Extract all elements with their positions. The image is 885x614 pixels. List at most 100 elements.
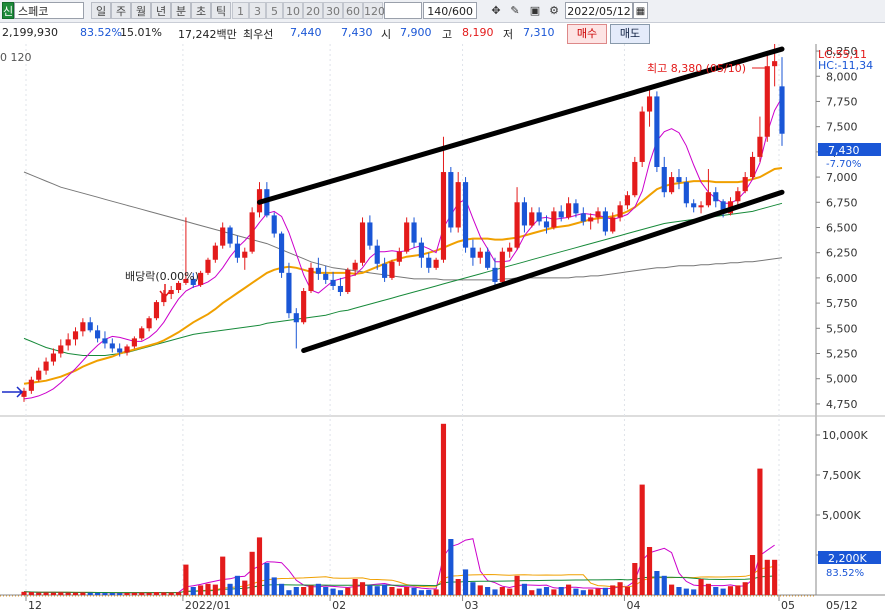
period-second-button[interactable]: 초 xyxy=(191,2,211,19)
calendar-icon[interactable]: ▦ xyxy=(633,2,648,19)
volume-bar xyxy=(286,590,292,595)
interval-button[interactable]: 60 xyxy=(343,2,363,19)
volume-bar xyxy=(573,588,579,595)
volume-bar xyxy=(632,563,638,595)
interval-button[interactable]: 1 xyxy=(232,2,249,19)
volume-bar xyxy=(698,579,704,595)
interval-custom-input[interactable] xyxy=(384,2,422,19)
stock-chart[interactable]: 8,2508,0007,7507,5007,2507,0006,7506,500… xyxy=(0,44,885,614)
price-tick-label: 4,750 xyxy=(826,398,858,411)
candle-body xyxy=(646,96,653,112)
volume-bar xyxy=(617,582,623,595)
candle-body xyxy=(212,245,218,260)
volume-bar xyxy=(153,592,160,595)
candle-body xyxy=(588,217,594,222)
interval-button[interactable]: 10 xyxy=(283,2,303,19)
candle-body xyxy=(220,227,226,246)
price-info-bar: 2,199,930 83.52% 15.01% 17,242백만 최우선 7,4… xyxy=(0,23,885,45)
volume-bar xyxy=(485,587,491,595)
volume-bar xyxy=(448,539,454,595)
candle-body xyxy=(58,345,64,354)
period-day-button[interactable]: 일 xyxy=(91,2,111,19)
best-bid-price: 7,430 xyxy=(341,26,373,39)
date-label: 05 xyxy=(781,599,795,612)
candle-body xyxy=(411,222,417,243)
candle-body xyxy=(337,285,344,293)
period-week-button[interactable]: 주 xyxy=(111,2,131,19)
volume-bar xyxy=(102,593,108,595)
candle-body xyxy=(477,251,483,258)
interval-button[interactable]: 3 xyxy=(249,2,266,19)
candle-body xyxy=(131,338,137,347)
volume-bar xyxy=(337,590,344,595)
volume-tick-label: 5,000K xyxy=(822,509,861,522)
candle-body xyxy=(95,330,101,339)
chart-toolbar: 신 스페코 일 주 월 년 분 초 틱 1 3 5 10 20 30 60 12… xyxy=(0,0,885,23)
stock-name-field[interactable]: 스페코 xyxy=(14,2,84,19)
interval-button[interactable]: 30 xyxy=(323,2,343,19)
volume-bar xyxy=(440,423,447,595)
crosshair-icon[interactable]: ✥ xyxy=(487,2,505,19)
volume-bar xyxy=(109,593,115,595)
candle-body xyxy=(595,211,601,218)
volume-bar xyxy=(720,588,726,595)
volume-bar xyxy=(36,592,42,595)
volume-bar xyxy=(21,591,27,595)
candle-body xyxy=(521,202,528,226)
candle-body xyxy=(330,279,336,286)
candle-body xyxy=(749,156,756,178)
volume-bar xyxy=(602,587,608,595)
date-label: 03 xyxy=(465,599,479,612)
volume-bar xyxy=(669,584,675,595)
candle-body xyxy=(617,205,623,218)
count-field[interactable]: 140/600 xyxy=(423,2,477,19)
period-year-button[interactable]: 년 xyxy=(151,2,171,19)
candle-body xyxy=(28,379,34,391)
candle-body xyxy=(470,247,476,258)
volume-bar xyxy=(683,588,689,595)
price-tick-label: 5,000 xyxy=(826,373,858,386)
candle-body xyxy=(683,182,689,204)
sell-button[interactable]: 매도 xyxy=(610,24,650,44)
candle-body xyxy=(602,211,608,232)
volume-bar xyxy=(315,583,321,595)
candle-body xyxy=(632,161,638,196)
volume-bar xyxy=(220,556,226,595)
volume-ratio: 83.52% xyxy=(80,26,122,39)
volume-bar xyxy=(514,575,520,595)
period-tick-button[interactable]: 틱 xyxy=(211,2,231,19)
volume-bar xyxy=(242,580,248,595)
candle-body xyxy=(507,247,513,252)
volume-bar xyxy=(543,587,550,595)
volume-bar xyxy=(529,590,535,595)
volume-bar xyxy=(139,592,145,595)
buy-button[interactable]: 매수 xyxy=(567,24,607,44)
candle-body xyxy=(440,172,447,260)
volume-bar xyxy=(359,582,366,595)
period-minute-button[interactable]: 분 xyxy=(171,2,191,19)
candle-body xyxy=(323,273,329,280)
line-tool-icon[interactable]: ✎ xyxy=(506,2,524,19)
interval-button[interactable]: 120 xyxy=(363,2,385,19)
settings-gear-icon[interactable]: ⚙ xyxy=(545,2,563,19)
candle-body xyxy=(499,251,505,282)
date-label: 05/12 xyxy=(826,599,858,612)
interval-button[interactable]: 5 xyxy=(266,2,283,19)
interval-button[interactable]: 20 xyxy=(303,2,323,19)
date-field[interactable]: 2022/05/12 xyxy=(565,2,633,19)
save-icon[interactable]: ▣ xyxy=(526,2,544,19)
volume-bar xyxy=(610,585,616,595)
period-month-button[interactable]: 월 xyxy=(131,2,151,19)
volume-tick-label: 10,000K xyxy=(822,429,868,442)
candle-body xyxy=(757,136,763,157)
volume-bar xyxy=(749,555,756,595)
candle-body xyxy=(352,262,358,270)
candle-body xyxy=(124,346,130,353)
candle-body xyxy=(43,361,49,371)
volume-bar xyxy=(28,592,34,595)
candle-body xyxy=(610,217,616,232)
candle-body xyxy=(72,331,79,340)
volume-bar xyxy=(345,587,351,595)
price-tick-label: 6,000 xyxy=(826,272,858,285)
candle-body xyxy=(50,353,57,362)
